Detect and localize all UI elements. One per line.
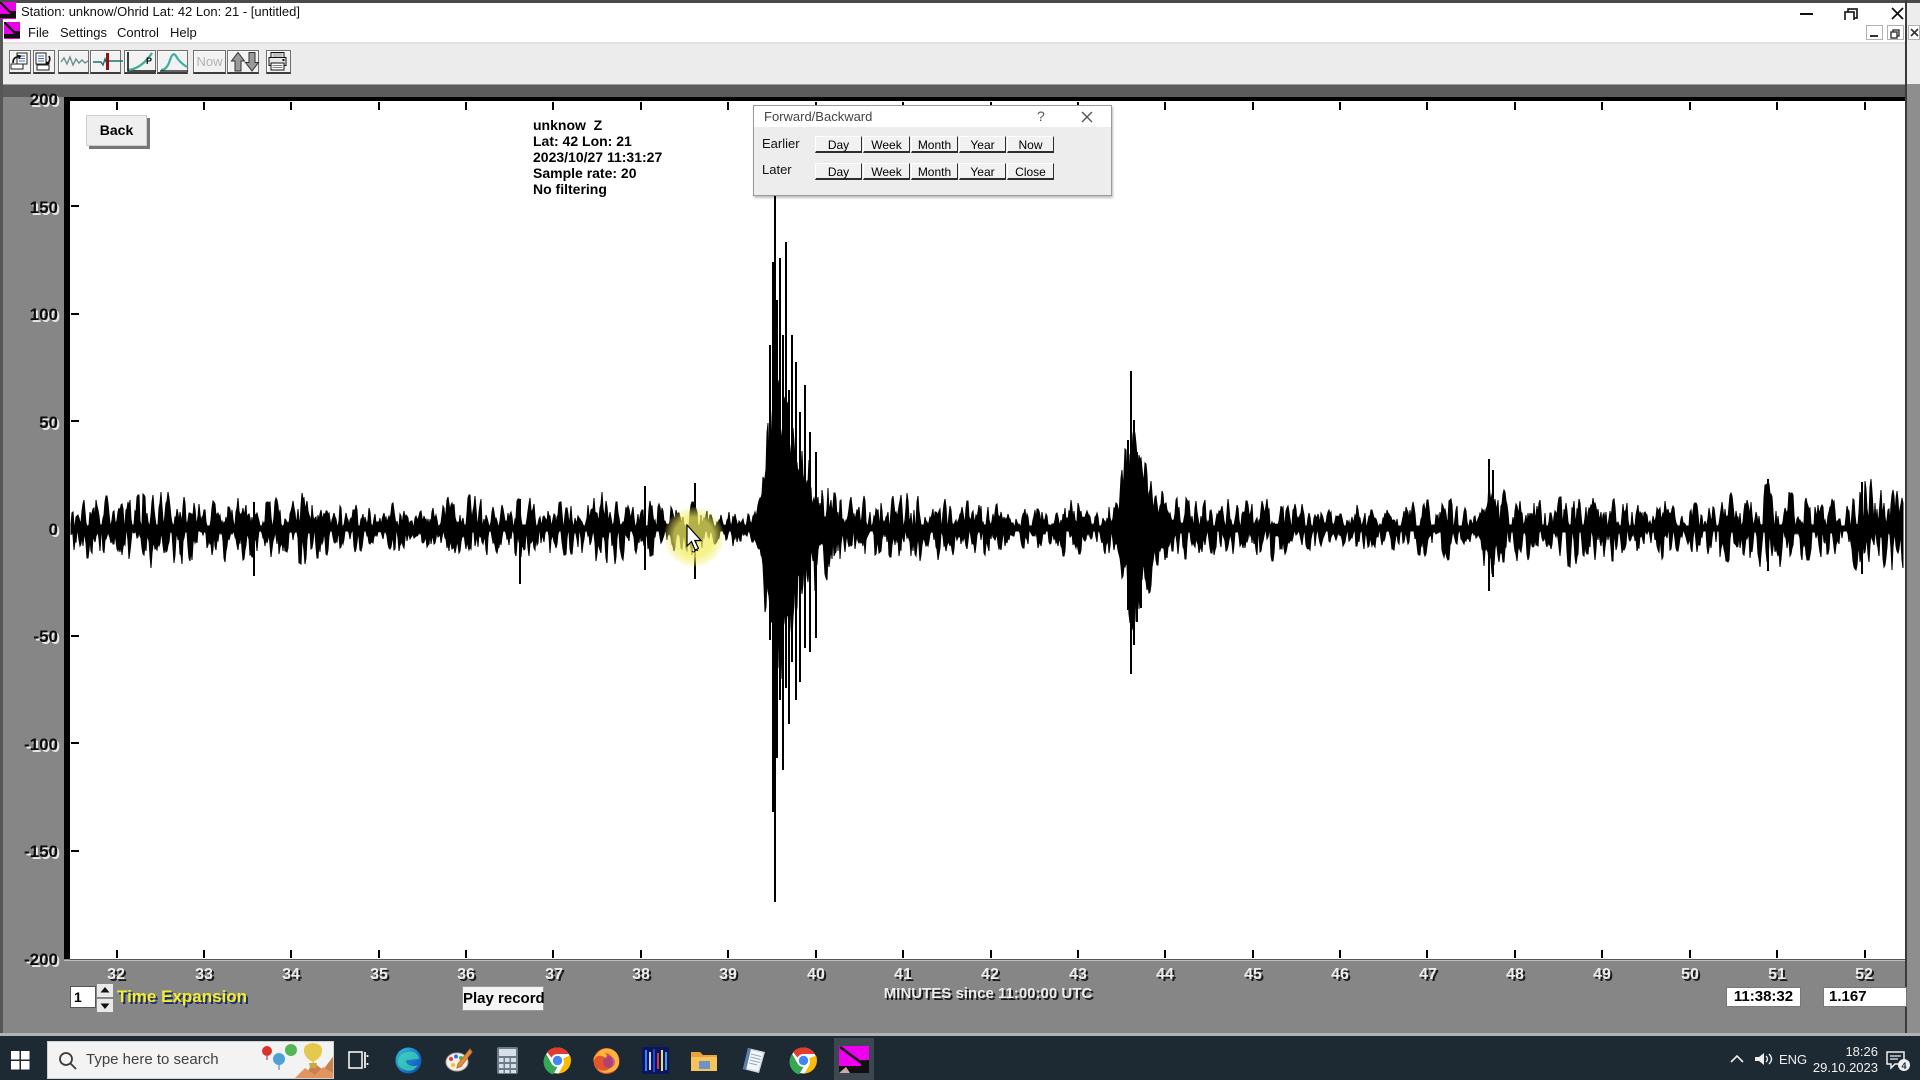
svg-text:4: 4 (1902, 1061, 1907, 1071)
